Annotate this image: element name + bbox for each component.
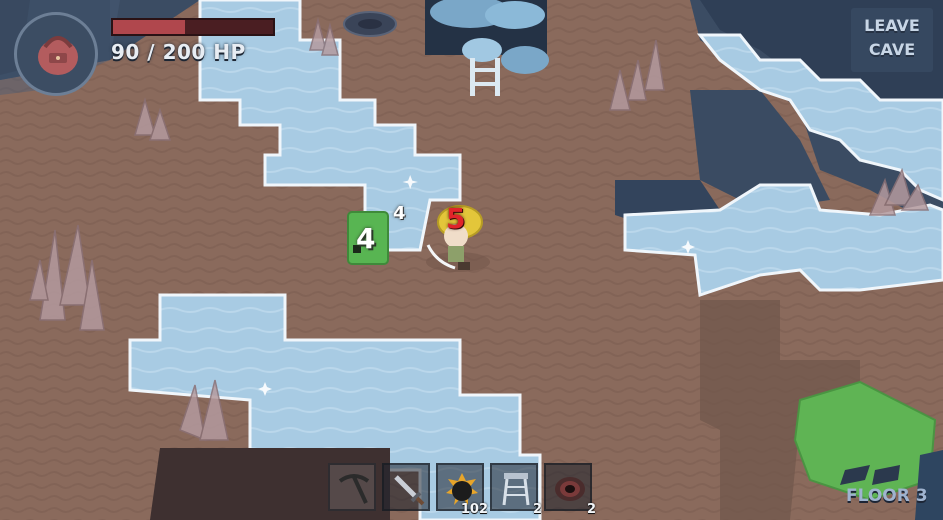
hotbar-slot-portal[interactable]: 2	[544, 463, 596, 517]
leave-cave-button[interactable]: LEAVE CAVE	[851, 8, 933, 72]
leave-cave-label-line1: LEAVE	[864, 16, 920, 35]
player-portrait	[14, 12, 98, 96]
portal-count: 2	[586, 502, 596, 517]
game-viewport[interactable]: 4 4 5 90 / 200 HP LEAVE CAVE 102 2 2 FLO…	[0, 0, 943, 520]
sword-icon	[394, 475, 425, 506]
health-bar-fill	[113, 20, 185, 34]
floor-indicator: FLOOR 3	[846, 486, 928, 506]
damage-number-enemy-small: 4	[393, 203, 406, 224]
health-text: 90 / 200 HP	[111, 40, 246, 64]
hotbar-slot-pickaxe[interactable]	[328, 463, 376, 511]
bomb-count: 102	[460, 502, 488, 517]
rope-ladder-count: 2	[532, 502, 542, 517]
leave-cave-label-line2: CAVE	[868, 40, 916, 59]
hotbar-slot-bomb[interactable]: 102	[436, 463, 488, 517]
rope-ladder-icon	[502, 473, 530, 506]
hotbar: 102 2 2	[328, 463, 596, 517]
cave-floor-map	[0, 0, 943, 520]
damage-number-player: 5	[446, 202, 466, 235]
pickaxe-icon	[338, 474, 370, 504]
hotbar-slot-sword[interactable]	[382, 463, 430, 511]
backpack-icon	[38, 36, 78, 75]
hole-portal-icon	[555, 477, 585, 501]
hotbar-slot-rope-ladder[interactable]: 2	[490, 463, 542, 517]
health-bar	[111, 18, 275, 36]
damage-number-enemy: 4	[356, 222, 376, 255]
